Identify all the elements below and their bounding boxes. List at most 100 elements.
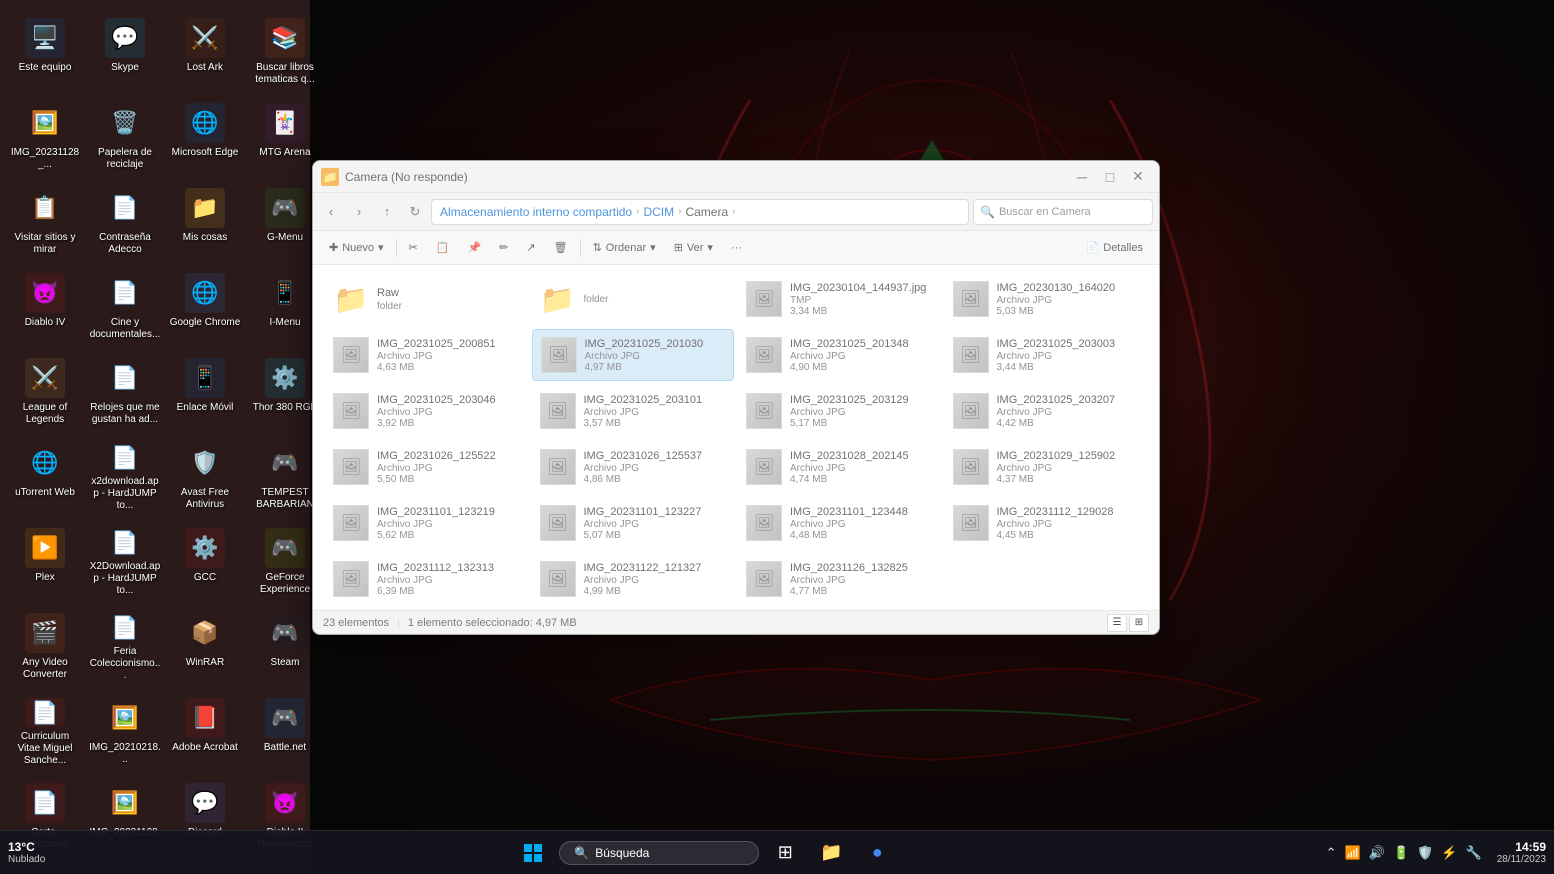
file-item-img-20231025-203129[interactable]: 🖼 IMG_20231025_203129 Archivo JPG 5,17 M… — [738, 385, 941, 437]
file-item-img-20231025-201030[interactable]: 🖼 IMG_20231025_201030 Archivo JPG 4,97 M… — [532, 329, 735, 381]
file-item-img-20231122-121327[interactable]: 🖼 IMG_20231122_121327 Archivo JPG 4,99 M… — [532, 553, 735, 605]
file-item-raw-folder[interactable]: 📁 Raw folder — [325, 273, 528, 325]
desktop-icon-plex[interactable]: ▶️ Plex — [5, 520, 85, 605]
grid-view-button[interactable]: ⊞ — [1129, 614, 1149, 632]
tray-security[interactable]: 🛡️ — [1414, 843, 1436, 863]
tray-battery[interactable]: 🔋 — [1390, 843, 1412, 863]
file-item-img-20231026-125537[interactable]: 🖼 IMG_20231026_125537 Archivo JPG 4,86 M… — [532, 441, 735, 493]
cut-button[interactable]: ✂ — [401, 235, 426, 261]
desktop-icon-x2download-app[interactable]: 📄 X2Download.app - HardJUMP to... — [85, 520, 165, 605]
file-item-img-20230104[interactable]: 🖼 IMG_20230104_144937.jpg TMP 3,34 MB — [738, 273, 941, 325]
file-name-img-20231101-123227: IMG_20231101_123227 — [584, 505, 727, 519]
desktop-icon-any-video[interactable]: 🎬 Any Video Converter — [5, 605, 85, 690]
file-item-img-20231025-201348[interactable]: 🖼 IMG_20231025_201348 Archivo JPG 4,90 M… — [738, 329, 941, 381]
rename-button[interactable]: ✏ — [491, 235, 516, 261]
file-item-img-20231025-203207[interactable]: 🖼 IMG_20231025_203207 Archivo JPG 4,42 M… — [945, 385, 1148, 437]
file-item-img-20231112-129028[interactable]: 🖼 IMG_20231112_129028 Archivo JPG 4,45 M… — [945, 497, 1148, 549]
icon-image-relojes: 📄 — [105, 358, 145, 398]
file-item-img-20231025-203003[interactable]: 🖼 IMG_20231025_203003 Archivo JPG 3,44 M… — [945, 329, 1148, 381]
up-button[interactable]: ↑ — [375, 200, 399, 224]
ordenar-button[interactable]: ⇅ Ordenar ▾ — [585, 235, 664, 261]
file-item-img-20231101-123448[interactable]: 🖼 IMG_20231101_123448 Archivo JPG 4,48 M… — [738, 497, 941, 549]
taskbar-widgets-button[interactable]: ⊞ — [765, 835, 805, 871]
desktop-icon-league-legends[interactable]: ⚔️ League of Legends — [5, 350, 85, 435]
file-item-img-20231101-123219[interactable]: 🖼 IMG_20231101_123219 Archivo JPG 5,62 M… — [325, 497, 528, 549]
taskbar-explorer-button[interactable]: 📁 — [811, 835, 851, 871]
breadcrumb-item-dcim[interactable]: DCIM — [643, 205, 674, 219]
minimize-button[interactable]: ─ — [1069, 166, 1095, 188]
start-button[interactable] — [513, 835, 553, 871]
delete-button[interactable]: 🗑 — [546, 235, 576, 261]
icon-label-any-video: Any Video Converter — [9, 657, 81, 681]
desktop-icon-enlace-movil[interactable]: 📱 Enlace Móvil — [165, 350, 245, 435]
breadcrumb-item-camera[interactable]: Camera — [685, 205, 728, 219]
share-button[interactable]: ↗ — [518, 235, 543, 261]
file-grid: 📁 Raw folder 📁 folder 🖼 IMG_20230104_144… — [325, 273, 1147, 605]
desktop-icon-mis-cosas[interactable]: 📁 Mis cosas — [165, 180, 245, 265]
desktop-icon-visitar-sitios[interactable]: 📋 Visitar sitios y mirar — [5, 180, 85, 265]
desktop-icon-microsoft-edge[interactable]: 🌐 Microsoft Edge — [165, 95, 245, 180]
forward-button[interactable]: › — [347, 200, 371, 224]
copy-button[interactable]: 📋 — [428, 235, 458, 261]
file-item-img-20231025-203046[interactable]: 🖼 IMG_20231025_203046 Archivo JPG 3,92 M… — [325, 385, 528, 437]
back-button[interactable]: ‹ — [319, 200, 343, 224]
desktop-icon-este-equipo[interactable]: 🖥️ Este equipo — [5, 10, 85, 95]
file-item-img-20231112-132313[interactable]: 🖼 IMG_20231112_132313 Archivo JPG 6,39 M… — [325, 553, 528, 605]
tray-network[interactable]: 📶 — [1342, 843, 1364, 863]
desktop-icon-contrasena[interactable]: 📄 Contraseña Adecco — [85, 180, 165, 265]
paste-button[interactable]: 📌 — [459, 235, 489, 261]
file-item-unnamed-folder[interactable]: 📁 folder — [532, 273, 735, 325]
breadcrumb-item-storage[interactable]: Almacenamiento interno compartido — [440, 205, 632, 219]
desktop-icon-lost-ark[interactable]: ⚔️ Lost Ark — [165, 10, 245, 95]
desktop-icon-img-20231128[interactable]: 🖼️ IMG_20231128_... — [5, 95, 85, 180]
desktop-icon-papelera[interactable]: 🗑️ Papelera de reciclaje — [85, 95, 165, 180]
file-icon-img-20231025-201348: 🖼 — [746, 337, 782, 373]
desktop-icon-cine-y-doc[interactable]: 📄 Cine y documentales... — [85, 265, 165, 350]
desktop-icon-avast[interactable]: 🛡️ Avast Free Antivirus — [165, 435, 245, 520]
desktop-icon-gcc[interactable]: ⚙️ GCC — [165, 520, 245, 605]
taskbar-clock[interactable]: 14:59 28/11/2023 — [1497, 840, 1546, 865]
file-size-img-20231025-203129: 5,17 MB — [790, 418, 933, 429]
desktop-icon-relojes[interactable]: 📄 Relojes que me gustan ha ad... — [85, 350, 165, 435]
icon-image-adobe-acrobat: 📕 — [185, 698, 225, 738]
desktop-icon-buscar-libros[interactable]: 📚 Buscar libros tematicas q... — [245, 10, 325, 95]
tray-volume[interactable]: 🔊 — [1366, 843, 1388, 863]
file-item-img-20231028-202145[interactable]: 🖼 IMG_20231028_202145 Archivo JPG 4,74 M… — [738, 441, 941, 493]
list-view-button[interactable]: ☰ — [1107, 614, 1127, 632]
file-item-img-20231026-125522[interactable]: 🖼 IMG_20231026_125522 Archivo JPG 5,50 M… — [325, 441, 528, 493]
tray-extra-2[interactable]: 🔧 — [1463, 843, 1485, 863]
file-item-img-20231126-132825[interactable]: 🖼 IMG_20231126_132825 Archivo JPG 4,77 M… — [738, 553, 941, 605]
nuevo-button[interactable]: ✚ Nuevo ▾ — [321, 235, 392, 261]
taskbar-chrome-button[interactable]: ● — [857, 835, 897, 871]
desktop-icon-utorrent-web[interactable]: 🌐 uTorrent Web — [5, 435, 85, 520]
desktop-icon-google-chrome[interactable]: 🌐 Google Chrome — [165, 265, 245, 350]
desktop-icon-adobe-acrobat[interactable]: 📕 Adobe Acrobat — [165, 690, 245, 775]
desktop-icon-feria[interactable]: 📄 Feria Coleccionismo... — [85, 605, 165, 690]
file-item-img-20230130[interactable]: 🖼 IMG_20230130_164020 Archivo JPG 5,03 M… — [945, 273, 1148, 325]
desktop-icon-skype[interactable]: 💬 Skype — [85, 10, 165, 95]
file-item-img-20231029-125902[interactable]: 🖼 IMG_20231029_125902 Archivo JPG 4,37 M… — [945, 441, 1148, 493]
detalles-button[interactable]: 📄 Detalles — [1078, 235, 1151, 261]
refresh-button[interactable]: ↻ — [403, 200, 427, 224]
desktop-icon-x2download[interactable]: 📄 x2download.app - HardJUMP to... — [85, 435, 165, 520]
file-type-raw-folder: folder — [377, 301, 520, 312]
desktop-icon-curriculum[interactable]: 📄 Curriculum Vitae Miguel Sanche... — [5, 690, 85, 775]
maximize-button[interactable]: □ — [1097, 166, 1123, 188]
tray-extra-1[interactable]: ⚡ — [1438, 843, 1460, 863]
desktop-icon-winrar[interactable]: 📦 WinRAR — [165, 605, 245, 690]
icon-image-buscar-libros: 📚 — [265, 18, 305, 58]
desktop-icon-diablo-iv[interactable]: 👿 Diablo IV — [5, 265, 85, 350]
taskbar-search[interactable]: 🔍 Búsqueda — [559, 841, 759, 865]
ver-button[interactable]: ⊞ Ver ▾ — [666, 235, 721, 261]
search-input[interactable] — [999, 206, 1146, 218]
close-button[interactable]: ✕ — [1125, 166, 1151, 188]
desktop-icon-img-20210218[interactable]: 🖼️ IMG_20210218... — [85, 690, 165, 775]
file-item-img-20231025-203101[interactable]: 🖼 IMG_20231025_203101 Archivo JPG 3,57 M… — [532, 385, 735, 437]
desktop-icon-battlenet[interactable]: 🎮 Battle.net — [245, 690, 325, 775]
taskbar-right: ⌃ 📶 🔊 🔋 🛡️ ⚡ 🔧 14:59 28/11/2023 — [1323, 840, 1546, 865]
file-item-img-20231101-123227[interactable]: 🖼 IMG_20231101_123227 Archivo JPG 5,07 M… — [532, 497, 735, 549]
more-button[interactable]: ··· — [723, 235, 750, 261]
file-info-img-20230104: IMG_20230104_144937.jpg TMP 3,34 MB — [790, 281, 933, 317]
tray-chevron[interactable]: ⌃ — [1323, 843, 1340, 863]
file-item-img-20231025-200851[interactable]: 🖼 IMG_20231025_200851 Archivo JPG 4,63 M… — [325, 329, 528, 381]
